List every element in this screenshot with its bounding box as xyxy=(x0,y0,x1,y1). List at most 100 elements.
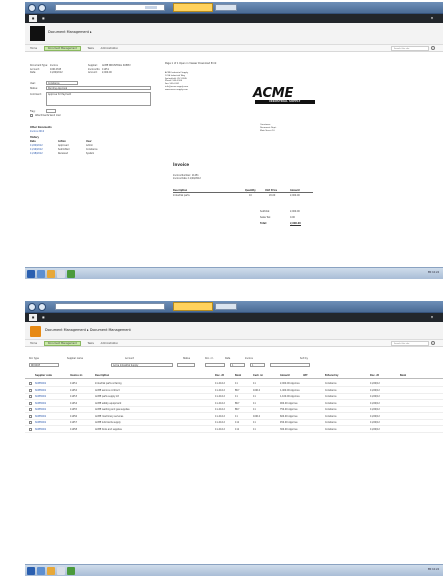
table-cell[interactable]: SUPP0001 xyxy=(35,401,46,407)
table-cell[interactable]: SUPP0001 xyxy=(35,407,46,413)
doc-type-select[interactable]: INVOICE xyxy=(29,363,59,367)
attachment-checkbox[interactable] xyxy=(30,114,33,117)
invoice-input[interactable] xyxy=(270,363,310,367)
col-header[interactable]: Supplier code xyxy=(35,373,52,379)
user-label: User: xyxy=(30,82,36,85)
start-icon[interactable] xyxy=(27,270,35,278)
app-icon[interactable] xyxy=(57,567,65,575)
table-row[interactable]: SUPP0001 11454 ACME safety equipment 11-20-… xyxy=(25,401,443,407)
col-header[interactable]: Book xyxy=(400,373,406,379)
search-icon[interactable] xyxy=(431,341,435,345)
folder-icon[interactable] xyxy=(47,270,55,278)
table-cell[interactable]: SUPP0001 xyxy=(35,420,46,426)
row-checkbox[interactable] xyxy=(29,408,32,411)
table-row[interactable]: SUPP0001 11456 ACME machinery services 11-2… xyxy=(25,414,443,420)
account-select[interactable] xyxy=(177,363,195,367)
table-row[interactable]: SUPP0001 11453 ACME parts supply kit 11-20-… xyxy=(25,394,443,400)
table-cell[interactable]: SUPP0001 xyxy=(35,414,46,420)
nav-tab-administration[interactable]: Administration xyxy=(101,47,119,50)
col-header[interactable]: Doc. dt xyxy=(370,373,379,379)
row-checkbox[interactable] xyxy=(29,401,32,405)
field-label: Amount: xyxy=(88,71,98,74)
table-cell[interactable]: SUPP0001 xyxy=(35,381,46,387)
acme-logo: ACME xyxy=(253,86,294,101)
user-input[interactable]: Constance xyxy=(46,81,78,85)
back-button[interactable] xyxy=(28,4,36,12)
app-icon[interactable] xyxy=(67,567,75,575)
ribbon-tab-browse[interactable]: ■ xyxy=(29,15,38,22)
user-menu[interactable]: ▼ xyxy=(431,14,433,23)
date-input[interactable]: 1 xyxy=(250,363,265,367)
comment-textarea[interactable]: Approve for Payment xyxy=(46,92,151,106)
col-header[interactable]: VAT xyxy=(303,373,308,379)
ribbon-tab[interactable]: ■ xyxy=(42,17,44,20)
search-input[interactable]: Search this site xyxy=(391,341,429,346)
history-cell[interactable]: 11/20/2012 xyxy=(30,144,43,147)
explorer-icon[interactable] xyxy=(37,270,45,278)
table-cell: 11 xyxy=(235,414,238,418)
history-cell[interactable]: 11/18/2012 xyxy=(30,152,43,155)
table-cell: Constance xyxy=(325,421,337,424)
row-checkbox[interactable] xyxy=(29,395,32,398)
folder-icon[interactable] xyxy=(47,567,55,575)
browser-tab[interactable] xyxy=(173,302,213,311)
col-header[interactable]: Amount xyxy=(280,373,290,379)
browser-tab-inactive[interactable] xyxy=(215,4,237,11)
nav-tab-document-management[interactable]: Document Management xyxy=(43,46,81,51)
ribbon-tab-browse[interactable]: ■ xyxy=(29,314,38,321)
site-title-bar: Document Management ▸ xyxy=(25,23,443,45)
table-cell[interactable]: SUPP0001 xyxy=(35,394,46,400)
user-menu[interactable]: ▼ xyxy=(431,313,433,322)
doc-link[interactable]: Invoice 2012 xyxy=(30,130,44,133)
table-row[interactable]: SUPP0001 11457 ACME lubricants supply 11-20… xyxy=(25,420,443,426)
table-cell: 900.00 Approve xyxy=(280,401,298,405)
col-header[interactable]: Description xyxy=(95,373,109,379)
nav-tab-tasks[interactable]: Tasks xyxy=(88,47,94,50)
table-cell: Constance xyxy=(325,414,337,418)
table-cell[interactable]: SUPP0001 xyxy=(35,427,46,433)
forward-button[interactable] xyxy=(38,4,46,12)
app-icon[interactable] xyxy=(57,270,65,278)
search-input[interactable]: Search this site xyxy=(391,46,429,51)
col-header[interactable]: Entered by xyxy=(325,373,338,379)
nav-tab-home[interactable]: Home xyxy=(30,47,37,50)
col-header[interactable]: Cust. nr. xyxy=(253,373,263,379)
browser-tab-inactive[interactable] xyxy=(215,303,237,310)
status-select[interactable] xyxy=(205,363,225,367)
table-row[interactable]: SUPP0001 11455 ACME welding and gas suppli… xyxy=(25,407,443,413)
table-row[interactable]: SUPP0001 11458 ACME tools and supplies 11-2… xyxy=(25,427,443,433)
table-row[interactable]: SUPP0001 11452 ACME service contract 11-20-… xyxy=(25,388,443,394)
col-header[interactable]: Doc. dt xyxy=(215,373,224,379)
ribbon-tab[interactable]: ■ xyxy=(42,316,44,319)
doc-nr-input[interactable]: 1 xyxy=(230,363,245,367)
table-cell[interactable]: SUPP0001 xyxy=(35,388,46,394)
col-header[interactable]: Invoice nr. xyxy=(70,373,83,379)
app-icon[interactable] xyxy=(67,270,75,278)
start-icon[interactable] xyxy=(27,567,35,575)
viewer-toolbar[interactable]: Page 1 of 1 Open in Viewer Download Prin… xyxy=(165,62,216,65)
row-checkbox[interactable] xyxy=(29,421,32,424)
flag-select[interactable] xyxy=(46,109,56,113)
row-checkbox[interactable] xyxy=(29,427,32,431)
mini-icon[interactable] xyxy=(151,6,157,9)
nav-tab-home[interactable]: Home xyxy=(30,342,37,345)
forward-button[interactable] xyxy=(38,303,46,311)
nav-tab-document-management[interactable]: Document Management xyxy=(43,341,81,346)
filter-inputs: INVOICE Acme Industrial Supply 1 1 xyxy=(25,362,443,368)
address-bar[interactable] xyxy=(55,303,165,310)
nav-tab-administration[interactable]: Administration xyxy=(101,342,119,345)
search-icon[interactable] xyxy=(431,46,435,50)
row-checkbox[interactable] xyxy=(29,382,32,385)
col-header[interactable]: Book xyxy=(235,373,241,379)
nav-tab-tasks[interactable]: Tasks xyxy=(88,342,94,345)
browser-tab[interactable] xyxy=(173,3,213,12)
history-cell[interactable]: 11/19/2012 xyxy=(30,148,43,151)
table-row[interactable]: SUPP0001 11451 Industrial parts ordering 11… xyxy=(25,381,443,387)
explorer-icon[interactable] xyxy=(37,567,45,575)
row-checkbox[interactable] xyxy=(29,414,32,418)
table-cell: 11/20/12 xyxy=(370,388,380,392)
row-checkbox[interactable] xyxy=(29,388,32,392)
status-select[interactable]: Pending Approval xyxy=(46,86,151,90)
back-button[interactable] xyxy=(28,303,36,311)
supplier-select[interactable]: Acme Industrial Supply xyxy=(111,363,173,367)
